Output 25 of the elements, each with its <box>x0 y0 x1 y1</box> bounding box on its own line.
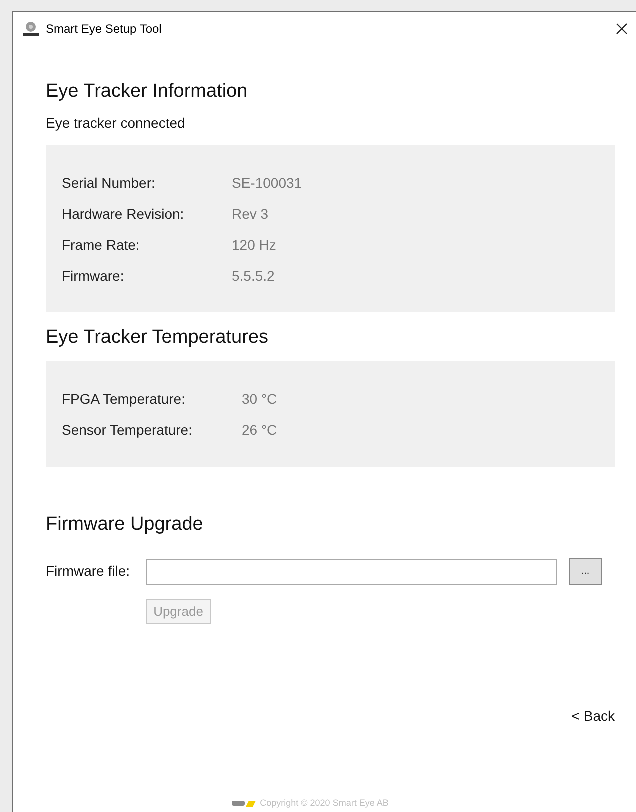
field-value: 30 °C <box>242 390 278 409</box>
field-label: FPGA Temperature: <box>62 390 186 409</box>
field-label: Hardware Revision: <box>62 205 186 224</box>
copyright-text: Copyright © 2020 Smart Eye AB <box>260 797 389 810</box>
field-value: Rev 3 <box>232 205 269 224</box>
field-label: Firmware: <box>62 267 126 286</box>
field-label: Firmware file: <box>46 562 132 581</box>
field-label: Sensor Temperature: <box>62 421 194 440</box>
field-value: 120 Hz <box>232 236 276 255</box>
section-heading: Eye Tracker Information <box>46 80 249 104</box>
browse-button[interactable]: ... <box>569 558 602 585</box>
field-value: 26 °C <box>242 421 278 440</box>
back-link[interactable]: < Back <box>572 706 615 727</box>
logo-icon <box>232 800 256 808</box>
status-text: Eye tracker connected <box>46 114 186 132</box>
field-label: Frame Rate: <box>62 236 141 255</box>
close-icon[interactable] <box>616 23 628 35</box>
section-heading: Eye Tracker Temperatures <box>46 326 270 350</box>
gear-icon <box>22 21 40 37</box>
window-title: Smart Eye Setup Tool <box>46 21 162 38</box>
file-input-field[interactable] <box>146 558 557 584</box>
section-heading: Firmware Upgrade <box>46 513 204 537</box>
field-label: Serial Number: <box>62 174 156 193</box>
field-value: 5.5.5.2 <box>232 267 275 286</box>
field-value: SE-100031 <box>232 174 302 193</box>
